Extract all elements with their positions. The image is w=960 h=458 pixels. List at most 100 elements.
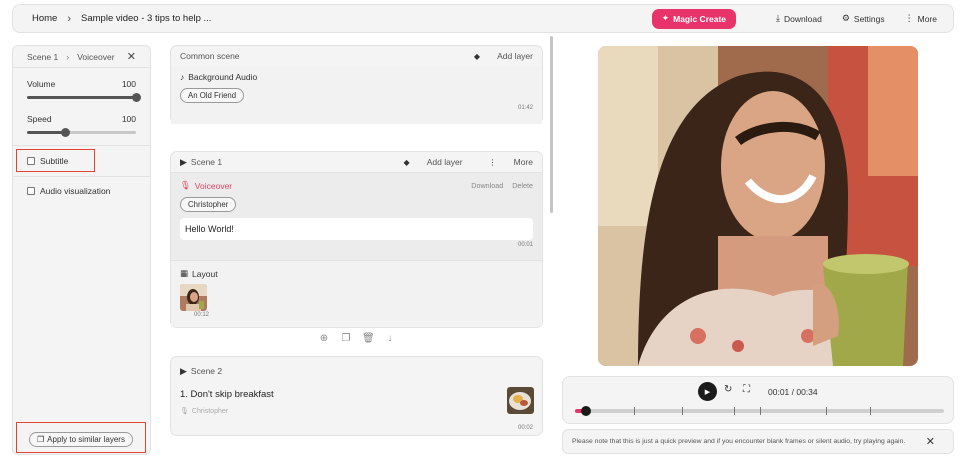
voiceover-duration: 00:01 xyxy=(517,242,533,248)
trash-icon[interactable]: 🗑 xyxy=(362,333,375,344)
play-circle-icon[interactable]: ▶ xyxy=(180,157,187,168)
speed-control: Speed 100 xyxy=(13,114,150,137)
volume-label: Volume xyxy=(27,79,56,89)
copy-icon: ❐ xyxy=(37,435,45,444)
play-circle-icon[interactable]: ▶ xyxy=(180,366,187,377)
video-preview[interactable] xyxy=(598,46,918,366)
sparkle-icon: ✦ xyxy=(661,13,670,23)
panel-breadcrumb-layer: Voiceover xyxy=(77,51,115,62)
close-icon[interactable]: ✕ xyxy=(127,50,136,63)
speed-label: Speed xyxy=(27,114,52,124)
volume-value: 100 xyxy=(121,79,136,89)
settings-button[interactable]: ⚙ Settings xyxy=(842,13,885,24)
volume-slider-handle[interactable] xyxy=(132,93,141,102)
breadcrumb-separator: › xyxy=(67,12,72,25)
more-vertical-icon: ⋮ xyxy=(904,13,914,23)
replay-icon[interactable]: ↻ xyxy=(724,384,732,395)
scene-list-scrollbar[interactable] xyxy=(550,36,553,213)
scene-tools: ⊕ ❐ 🗑 ↓ xyxy=(318,333,406,344)
duplicate-icon[interactable]: ❐ xyxy=(340,333,352,344)
voiceover-text-input[interactable]: Hello World! xyxy=(180,218,533,240)
breadcrumb-current[interactable]: Sample video - 3 tips to help ... xyxy=(81,13,211,24)
download-label: Download xyxy=(784,13,822,24)
breadcrumb-home[interactable]: Home xyxy=(32,13,57,24)
voiceover-layer[interactable]: 🎙 Voiceover Download Delete Christopher … xyxy=(171,172,542,260)
apply-to-similar-layers-button[interactable]: ❐ Apply to similar layers xyxy=(29,432,133,447)
magic-create-button[interactable]: ✦ Magic Create xyxy=(651,8,737,29)
layers-icon: ◆ xyxy=(473,51,481,61)
background-audio-heading: ♪ Background Audio xyxy=(180,72,533,82)
close-icon[interactable]: ✕ xyxy=(926,435,935,448)
divider xyxy=(13,145,150,146)
add-scene-icon[interactable]: ⊕ xyxy=(318,333,330,344)
speed-slider-handle[interactable] xyxy=(61,128,71,137)
speed-slider-fill xyxy=(27,131,66,134)
layout-heading: ▦ Layout xyxy=(180,268,533,279)
timeline-handle[interactable] xyxy=(581,406,592,416)
magic-create-label: Magic Create xyxy=(673,13,727,24)
common-scene-header: Common scene ◆ Add layer xyxy=(171,46,542,66)
speed-value: 100 xyxy=(121,114,136,124)
music-note-icon: ♪ xyxy=(180,72,185,82)
audio-visualization-option[interactable]: Audio visualization xyxy=(13,186,150,196)
common-scene-duration: 01:42 xyxy=(517,105,533,111)
common-scene-body: ♪ Background Audio An Old Friend 01:42 xyxy=(171,66,542,124)
more-label: More xyxy=(513,157,533,167)
preview-notice-text: Please note that this is just a quick pr… xyxy=(572,438,906,445)
voice-selector-chip[interactable]: Christopher xyxy=(180,197,237,212)
top-bar: Home › Sample video - 3 tips to help ...… xyxy=(12,4,954,33)
timeline-marker xyxy=(733,407,735,415)
scene-1-card: ▶ Scene 1 ◆ Add layer ⋮ More 🎙 Voiceover… xyxy=(170,151,543,328)
chevron-right-icon: › xyxy=(66,51,70,62)
scene-1-more-button[interactable]: ⋮ More xyxy=(476,157,533,167)
scene-1-header: ▶ Scene 1 ◆ Add layer ⋮ More xyxy=(171,152,542,172)
microphone-icon: 🎙 xyxy=(180,408,189,415)
scene-2-duration: 00:02 xyxy=(517,425,533,431)
voiceover-download-link[interactable]: Download xyxy=(471,181,503,190)
voiceover-label: Voiceover xyxy=(194,180,233,191)
panel-header: Scene 1 › Voiceover ✕ xyxy=(13,46,150,68)
scene-2-text[interactable]: 1. Don't skip breakfast xyxy=(180,389,274,400)
fullscreen-icon[interactable]: ⛶ xyxy=(743,384,750,395)
common-scene-card: Common scene ◆ Add layer ♪ Background Au… xyxy=(170,45,543,124)
timeline-marker xyxy=(634,407,636,415)
background-audio-track-chip[interactable]: An Old Friend xyxy=(180,88,245,103)
audio-visualization-label: Audio visualization xyxy=(40,186,111,196)
timeline-marker xyxy=(825,407,827,415)
scene-2-thumbnail[interactable] xyxy=(507,387,534,414)
audio-visualization-checkbox[interactable] xyxy=(27,187,35,195)
layout-duration: 00:12 xyxy=(194,312,210,318)
scene-2-voice-label: Christopher xyxy=(191,407,229,415)
scene-2-voice: 🎙 Christopher xyxy=(180,407,229,416)
voiceover-delete-link[interactable]: Delete xyxy=(512,181,533,190)
common-scene-title: Common scene xyxy=(180,51,240,61)
background-audio-label: Background Audio xyxy=(188,72,258,82)
divider xyxy=(13,176,150,177)
timeline-scrubber[interactable] xyxy=(575,406,944,416)
layer-settings-panel: Scene 1 › Voiceover ✕ Volume 100 Speed 1… xyxy=(12,45,151,455)
arrow-down-icon[interactable]: ↓ xyxy=(384,333,396,344)
layers-icon: ◆ xyxy=(403,157,410,167)
add-layer-label: Add layer xyxy=(426,157,463,167)
timeline-marker xyxy=(682,407,683,415)
speed-slider[interactable] xyxy=(27,128,136,137)
more-vertical-icon: ⋮ xyxy=(488,157,497,167)
scene-1-add-layer-button[interactable]: ◆ Add layer xyxy=(391,157,463,167)
layout-thumbnail[interactable] xyxy=(180,284,207,311)
play-icon: ▶ xyxy=(704,388,711,396)
scene-1-title: Scene 1 xyxy=(190,157,223,167)
grid-icon: ▦ xyxy=(180,268,189,278)
volume-slider[interactable] xyxy=(27,93,141,102)
download-button[interactable]: ⤓ Download xyxy=(776,13,822,24)
breadcrumb: Home › Sample video - 3 tips to help ... xyxy=(32,13,211,25)
timecode: 00:01 / 00:34 xyxy=(768,387,818,397)
scene-2-header: ▶ Scene 2 xyxy=(171,357,542,385)
layout-layer[interactable]: ▦ Layout 00:12 xyxy=(171,260,542,326)
more-button[interactable]: ⋮ More xyxy=(905,13,937,24)
scene-2-card: ▶ Scene 2 1. Don't skip breakfast 🎙 Chri… xyxy=(170,356,543,436)
add-layer-button[interactable]: ◆ Add layer xyxy=(461,51,533,61)
play-button[interactable]: ▶ xyxy=(698,382,717,401)
timeline-marker xyxy=(870,407,872,415)
player-controls: ▶ ↻ ⛶ 00:01 / 00:34 xyxy=(562,376,954,424)
panel-breadcrumb-scene[interactable]: Scene 1 xyxy=(27,52,58,62)
